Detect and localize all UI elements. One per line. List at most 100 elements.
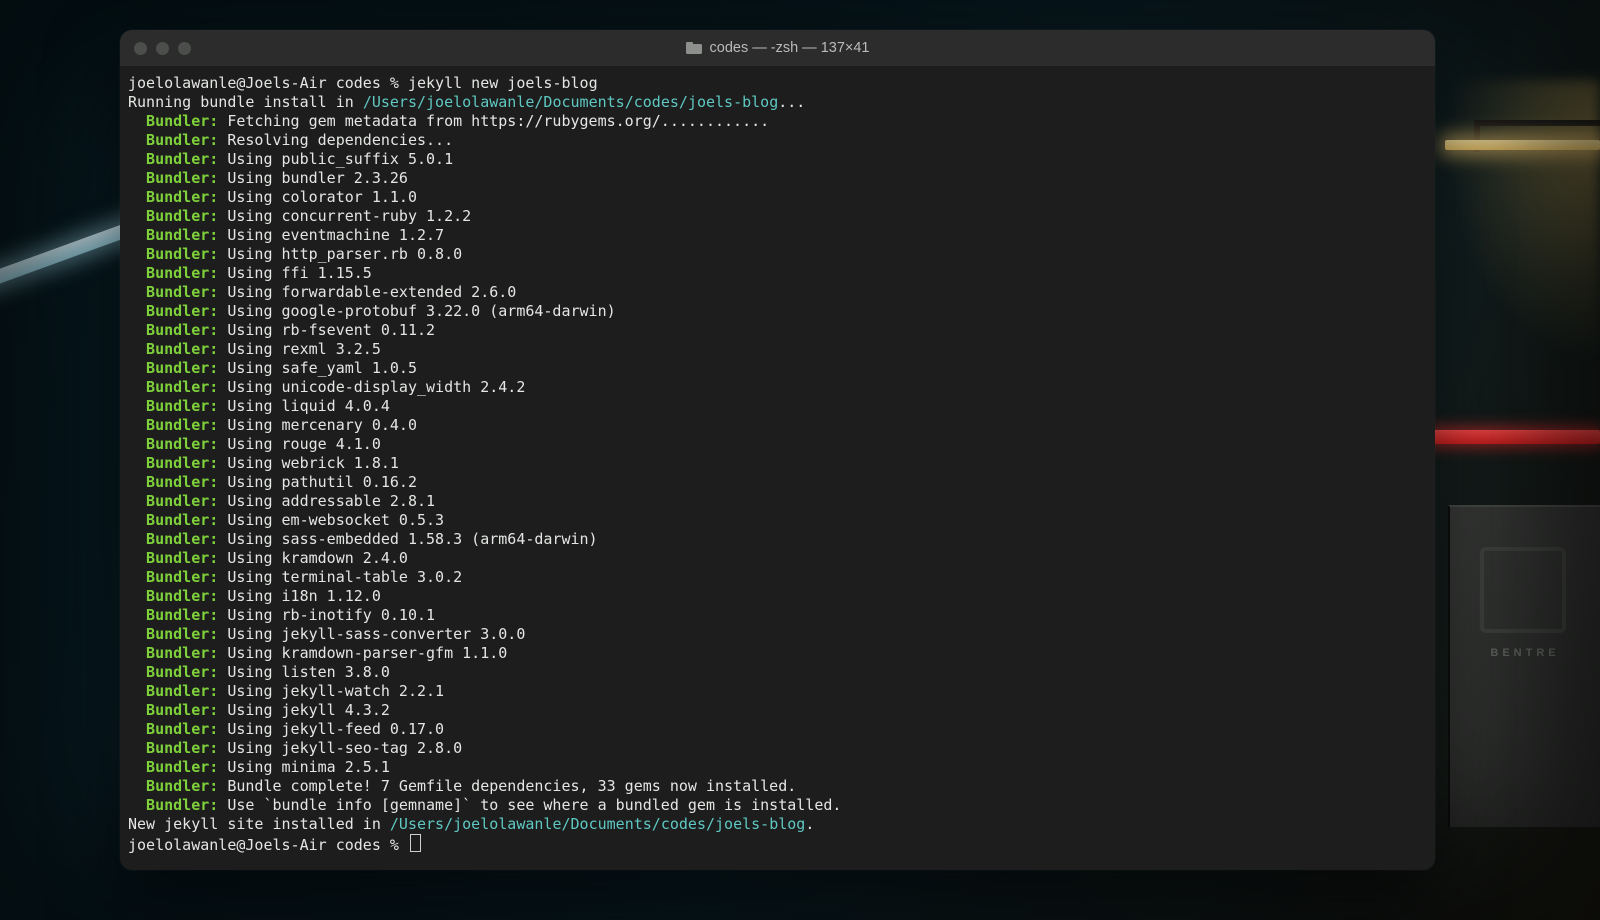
bundler-text: Using eventmachine 1.2.7 <box>227 226 444 244</box>
close-button[interactable] <box>134 42 147 55</box>
bundler-line: Bundler: Using rb-fsevent 0.11.2 <box>128 321 1427 340</box>
zoom-button[interactable] <box>178 42 191 55</box>
cursor <box>410 834 421 852</box>
bundler-label: Bundler: <box>146 682 218 700</box>
bundler-label: Bundler: <box>146 796 218 814</box>
bundler-text: Using forwardable-extended 2.6.0 <box>227 283 516 301</box>
bundler-text: Using kramdown-parser-gfm 1.1.0 <box>227 644 507 662</box>
bundler-label: Bundler: <box>146 283 218 301</box>
wall-panel-label: BENTRE <box>1470 647 1580 659</box>
bundler-text: Using public_suffix 5.0.1 <box>227 150 453 168</box>
bundler-label: Bundler: <box>146 359 218 377</box>
bundler-line: Bundler: Using addressable 2.8.1 <box>128 492 1427 511</box>
terminal-body[interactable]: joelolawanle@Joels-Air codes % jekyll ne… <box>120 66 1435 870</box>
bundler-label: Bundler: <box>146 606 218 624</box>
title-bar[interactable]: codes — -zsh — 137×41 <box>120 30 1435 66</box>
bundler-line: Bundler: Using jekyll-watch 2.2.1 <box>128 682 1427 701</box>
installed-suffix: . <box>805 815 814 833</box>
bundler-label: Bundler: <box>146 226 218 244</box>
bundler-label: Bundler: <box>146 644 218 662</box>
prompt-2: joelolawanle@Joels-Air codes % <box>128 836 408 854</box>
bundler-line: Bundler: Using rexml 3.2.5 <box>128 340 1427 359</box>
bundler-text: Using rb-fsevent 0.11.2 <box>227 321 435 339</box>
bundler-line: Bundler: Using i18n 1.12.0 <box>128 587 1427 606</box>
bundler-line: Bundler: Using listen 3.8.0 <box>128 663 1427 682</box>
bundler-line: Bundler: Using jekyll-seo-tag 2.8.0 <box>128 739 1427 758</box>
bundler-text: Using rexml 3.2.5 <box>227 340 381 358</box>
bundler-label: Bundler: <box>146 302 218 320</box>
bundler-text: Using i18n 1.12.0 <box>227 587 381 605</box>
bundler-text: Using google-protobuf 3.22.0 (arm64-darw… <box>227 302 615 320</box>
bundler-text: Using liquid 4.0.4 <box>227 397 390 415</box>
bundler-line: Bundler: Using liquid 4.0.4 <box>128 397 1427 416</box>
terminal-window[interactable]: codes — -zsh — 137×41 joelolawanle@Joels… <box>120 30 1435 870</box>
prompt-line-2: joelolawanle@Joels-Air codes % <box>128 834 1427 855</box>
bundler-text: Using jekyll-watch 2.2.1 <box>227 682 444 700</box>
installed-prefix: New jekyll site installed in <box>128 815 390 833</box>
running-suffix: ... <box>778 93 805 111</box>
bundler-label: Bundler: <box>146 663 218 681</box>
bundler-line: Bundler: Using mercenary 0.4.0 <box>128 416 1427 435</box>
bundler-label: Bundler: <box>146 207 218 225</box>
folder-icon <box>686 42 702 54</box>
bundler-label: Bundler: <box>146 511 218 529</box>
bundler-label: Bundler: <box>146 188 218 206</box>
bundler-line: Bundler: Using http_parser.rb 0.8.0 <box>128 245 1427 264</box>
bundler-label: Bundler: <box>146 112 218 130</box>
bundler-label: Bundler: <box>146 435 218 453</box>
installed-path: /Users/joelolawanle/Documents/codes/joel… <box>390 815 805 833</box>
bundler-label: Bundler: <box>146 568 218 586</box>
bundler-label: Bundler: <box>146 150 218 168</box>
bundler-text: Using jekyll 4.3.2 <box>227 701 390 719</box>
red-light-strip-decor <box>1430 430 1600 444</box>
prompt-1-user: joelolawanle@Joels-Air codes % <box>128 74 408 92</box>
bundler-label: Bundler: <box>146 340 218 358</box>
bundler-text: Using addressable 2.8.1 <box>227 492 435 510</box>
bundler-text: Using minima 2.5.1 <box>227 758 390 776</box>
bundler-label: Bundler: <box>146 777 218 795</box>
bundler-line: Bundler: Using em-websocket 0.5.3 <box>128 511 1427 530</box>
bundler-line: Bundler: Using kramdown-parser-gfm 1.1.0 <box>128 644 1427 663</box>
bundler-label: Bundler: <box>146 701 218 719</box>
bundler-text: Using kramdown 2.4.0 <box>227 549 408 567</box>
bundler-line: Bundler: Using public_suffix 5.0.1 <box>128 150 1427 169</box>
bundler-line: Bundler: Using google-protobuf 3.22.0 (a… <box>128 302 1427 321</box>
bundler-text: Using unicode-display_width 2.4.2 <box>227 378 525 396</box>
bundler-line: Bundler: Using concurrent-ruby 1.2.2 <box>128 207 1427 226</box>
bundler-text: Using sass-embedded 1.58.3 (arm64-darwin… <box>227 530 597 548</box>
lamp-arm-decor <box>1474 120 1600 152</box>
bundler-text: Using terminal-table 3.0.2 <box>227 568 462 586</box>
bundler-label: Bundler: <box>146 169 218 187</box>
bundler-text: Using bundler 2.3.26 <box>227 169 408 187</box>
bundler-line: Bundler: Using jekyll-sass-converter 3.0… <box>128 625 1427 644</box>
bundler-line: Bundler: Using safe_yaml 1.0.5 <box>128 359 1427 378</box>
wall-panel-decor: BENTRE <box>1448 505 1600 827</box>
bundler-label: Bundler: <box>146 739 218 757</box>
bundler-line: Bundler: Resolving dependencies... <box>128 131 1427 150</box>
bundler-line: Bundler: Using jekyll-feed 0.17.0 <box>128 720 1427 739</box>
minimize-button[interactable] <box>156 42 169 55</box>
window-title-text: codes — -zsh — 137×41 <box>710 40 870 56</box>
bundler-label: Bundler: <box>146 625 218 643</box>
bundler-label: Bundler: <box>146 492 218 510</box>
running-prefix: Running bundle install in <box>128 93 363 111</box>
bundler-text: Using ffi 1.15.5 <box>227 264 372 282</box>
bundler-label: Bundler: <box>146 397 218 415</box>
window-title: codes — -zsh — 137×41 <box>120 40 1435 56</box>
bundler-line: Bundler: Use `bundle info [gemname]` to … <box>128 796 1427 815</box>
bundler-text: Using rb-inotify 0.10.1 <box>227 606 435 624</box>
bundler-line: Bundler: Using webrick 1.8.1 <box>128 454 1427 473</box>
bundler-line: Bundler: Using pathutil 0.16.2 <box>128 473 1427 492</box>
bundler-text: Using jekyll-feed 0.17.0 <box>227 720 444 738</box>
bundler-text: Using pathutil 0.16.2 <box>227 473 417 491</box>
lamp-bar-decor <box>1445 140 1600 150</box>
bundler-line: Bundler: Using rouge 4.1.0 <box>128 435 1427 454</box>
bundler-text: Using em-websocket 0.5.3 <box>227 511 444 529</box>
running-line: Running bundle install in /Users/joelola… <box>128 93 1427 112</box>
prompt-1-command: jekyll new joels-blog <box>408 74 598 92</box>
bundler-text: Using http_parser.rb 0.8.0 <box>227 245 462 263</box>
installed-line: New jekyll site installed in /Users/joel… <box>128 815 1427 834</box>
bundler-text: Using rouge 4.1.0 <box>227 435 381 453</box>
bundler-text: Using mercenary 0.4.0 <box>227 416 417 434</box>
running-path: /Users/joelolawanle/Documents/codes/joel… <box>363 93 778 111</box>
